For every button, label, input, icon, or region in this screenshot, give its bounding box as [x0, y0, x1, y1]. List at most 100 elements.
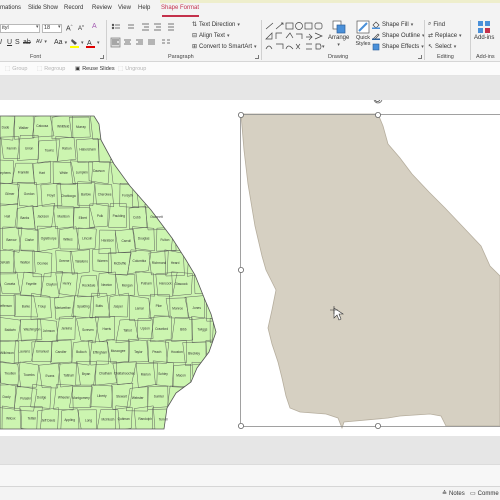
notes-button[interactable]: ≙ Notes [442, 490, 465, 498]
text-direction-button[interactable]: ⇅ Text Direction ▾ [192, 21, 240, 29]
quick-styles-icon [356, 20, 370, 34]
grow-font-button[interactable]: A^ [66, 23, 73, 32]
paragraph-dialog-launcher-icon[interactable] [255, 55, 259, 59]
county-border [185, 204, 210, 227]
county-label: Talbot [123, 328, 132, 332]
add-ins-button[interactable]: Add-ins [474, 20, 494, 41]
tab-animations[interactable]: mations [0, 5, 21, 11]
county-label: Richmond [152, 261, 167, 265]
chevron-shape-icon [285, 32, 294, 39]
county-label: Oglethorpe [41, 237, 57, 241]
convert-smartart-button[interactable]: ⊞ Convert to SmartArt ▾ [192, 43, 257, 51]
county-label: Jones [192, 306, 201, 310]
slide[interactable]: Dade Walker Catoosa Whitfield Murray Fannin Un… [0, 94, 500, 436]
shapes-gallery[interactable] [264, 21, 328, 53]
font-size-dropdown-icon[interactable]: ▾ [58, 24, 61, 30]
font-dialog-launcher-icon[interactable] [100, 55, 104, 59]
county-border [209, 182, 216, 206]
group-button[interactable]: ⬚ Group [5, 66, 28, 72]
county-label: Appling [64, 418, 75, 422]
font-name-dropdown-icon[interactable]: ▾ [36, 24, 39, 30]
county-label: Taliaferro [75, 259, 88, 263]
tab-record[interactable]: Record [64, 5, 83, 11]
reuse-slides-icon: ▣ [75, 66, 81, 72]
tab-review[interactable]: Review [92, 5, 112, 11]
county-label: Banks [20, 216, 29, 220]
equal-shape-icon [306, 43, 312, 50]
status-bar: ≙ Notes ▭ Comme [0, 486, 500, 500]
resize-handle-top-left [237, 111, 244, 118]
drawing-dialog-launcher-icon[interactable] [418, 55, 422, 59]
county-border [207, 224, 216, 251]
rotate-handle-icon[interactable] [373, 94, 383, 104]
county-label: Cobb [133, 216, 141, 220]
county-label: Wilkes [63, 237, 73, 241]
georgia-silhouette-path [240, 113, 500, 430]
georgia-silhouette-shape[interactable] [240, 113, 500, 430]
arrange-button[interactable]: Arrange ▾ [328, 20, 349, 48]
county-label: White [60, 171, 68, 175]
clear-formatting-icon: A [92, 23, 97, 30]
character-spacing-button[interactable]: AV ▾ [36, 39, 47, 45]
regroup-icon: ⬚ [37, 66, 43, 72]
paragraph-buttons[interactable] [110, 22, 190, 52]
comments-label: Comme [477, 490, 499, 497]
county-label: Gilmer [5, 192, 15, 196]
quick-access-toolbar: ⬚ Group ⬚ Regroup ▣ Reuse Slides ⬚ Ungroup [0, 62, 500, 76]
county-border [204, 388, 216, 412]
notes-pane-strip[interactable] [0, 464, 500, 486]
shrink-font-button[interactable]: Av [78, 23, 84, 32]
replace-button[interactable]: ⇄ Replace ▾ [428, 32, 462, 40]
pen-outline-icon [372, 33, 380, 40]
font-name-field[interactable]: ityl [0, 24, 40, 33]
align-left-icon [110, 37, 121, 48]
county-label: Stewart [116, 394, 127, 398]
align-text-button[interactable]: ⊟ Align Text ▾ [192, 32, 229, 40]
county-label: Dawson [93, 169, 105, 173]
select-label: Select [435, 43, 452, 50]
regroup-button[interactable]: ⬚ Regroup [37, 66, 65, 72]
shape-fill-button[interactable]: Shape Fill ▾ [372, 21, 413, 29]
line-spacing-icon [168, 23, 174, 31]
county-border [115, 136, 137, 162]
italic-button[interactable]: I [0, 39, 2, 46]
highlight-dropdown-icon: ▾ [81, 40, 84, 46]
tab-shape-format[interactable]: Shape Format [161, 5, 199, 11]
reuse-slides-button[interactable]: ▣ Reuse Slides [75, 66, 115, 72]
county-border [208, 137, 216, 161]
underline-button[interactable]: U [7, 39, 12, 46]
change-case-button[interactable]: Aa ▾ [54, 39, 67, 46]
county-label: Warren [97, 259, 108, 263]
notes-icon: ≙ [442, 491, 448, 497]
tab-view[interactable]: View [118, 5, 131, 11]
shape-outline-button[interactable]: Shape Outline ▾ [372, 32, 425, 40]
county-label: Walton [20, 260, 30, 264]
shadow-button[interactable]: S [15, 39, 20, 46]
ungroup-button[interactable]: ⬚ Ungroup [118, 66, 146, 72]
change-case-dropdown-icon: ▾ [64, 39, 68, 46]
editing-group-label: Editing [437, 54, 454, 60]
font-color-button[interactable]: A ▾ [86, 38, 100, 48]
tab-slide-show[interactable]: Slide Show [28, 5, 58, 11]
county-label: Walker [19, 126, 30, 130]
county-map[interactable]: Dade Walker Catoosa Whitfield Murray Fannin Un… [0, 114, 233, 433]
tab-help[interactable]: Help [138, 5, 150, 11]
county-border [166, 207, 188, 231]
notes-label: Notes [449, 490, 465, 497]
strikethrough-button[interactable]: ab [23, 39, 31, 46]
county-label: Floyd [47, 193, 55, 197]
county-border [189, 180, 211, 206]
active-tab-indicator [162, 15, 199, 17]
shape-effects-button[interactable]: Shape Effects ▾ [372, 43, 424, 51]
select-button[interactable]: ↖ Select ▾ [428, 43, 456, 51]
oval-shape-icon [295, 22, 303, 30]
comments-button[interactable]: ▭ Comme [470, 490, 499, 498]
find-button[interactable]: ⌕ Find [428, 21, 445, 28]
county-label: McIntosh [101, 417, 114, 421]
county-label: Franklin [18, 171, 30, 175]
increase-indent-icon [154, 23, 161, 31]
clear-formatting-button[interactable]: A [92, 23, 97, 30]
align-text-icon: ⊟ [192, 33, 198, 39]
shapes-gallery-more-button[interactable]: ▾ [322, 38, 325, 52]
highlight-color-button[interactable]: ▾ [70, 38, 84, 48]
